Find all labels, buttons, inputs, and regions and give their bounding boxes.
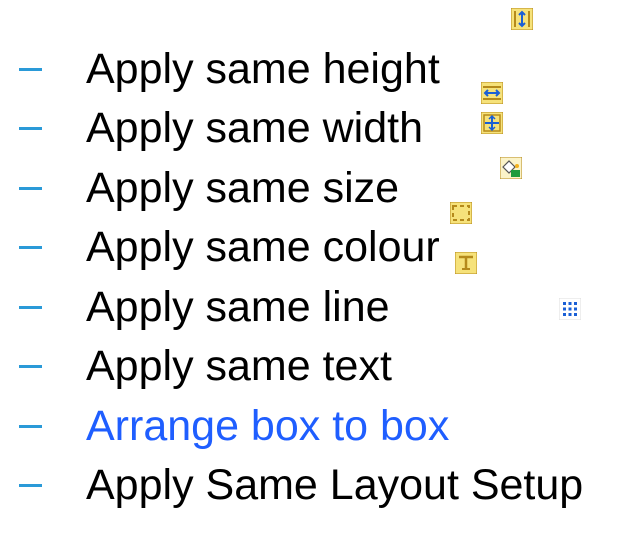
- same-colour-icon[interactable]: [500, 157, 522, 179]
- item-label: Apply same line: [86, 283, 390, 331]
- bullet-dash: [19, 425, 42, 428]
- list-item[interactable]: Apply same size: [0, 160, 637, 216]
- same-width-icon[interactable]: [481, 82, 503, 104]
- item-label: Apply same width: [86, 104, 423, 152]
- bullet-dash: [19, 306, 42, 309]
- list-item[interactable]: Apply Same Layout Setup: [0, 457, 637, 513]
- same-height-icon[interactable]: [511, 8, 533, 30]
- bullet-dash: [19, 484, 42, 487]
- item-label: Apply same colour: [86, 223, 440, 271]
- same-size-icon[interactable]: [481, 112, 503, 134]
- item-label: Apply same size: [86, 164, 400, 212]
- bullet-dash: [19, 365, 42, 368]
- item-label: Apply same height: [86, 45, 440, 93]
- item-label: Apply Same Layout Setup: [86, 461, 584, 509]
- list-item[interactable]: Apply same height: [0, 41, 637, 97]
- list-item[interactable]: Apply same colour: [0, 219, 637, 275]
- list-item[interactable]: Apply same line: [0, 279, 637, 335]
- list-item[interactable]: Apply same text: [0, 338, 637, 394]
- list-item[interactable]: Apply same width: [0, 100, 637, 156]
- item-label: Apply same text: [86, 342, 392, 390]
- list-item[interactable]: Arrange box to box: [0, 398, 637, 454]
- same-text-icon[interactable]: [455, 252, 477, 274]
- item-label: Arrange box to box: [86, 402, 450, 450]
- same-line-icon[interactable]: [450, 202, 472, 224]
- bullet-dash: [19, 246, 42, 249]
- bullet-dash: [19, 127, 42, 130]
- bullet-dash: [19, 187, 42, 190]
- arrange-box-icon[interactable]: [559, 298, 581, 320]
- bullet-dash: [19, 68, 42, 71]
